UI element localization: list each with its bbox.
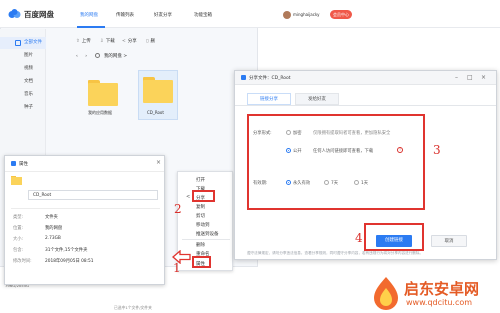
- properties-dialog: 属性 × CD_Root 类型: 文件夹 位置: 我的网盘 大小: 2.73GB…: [4, 155, 165, 285]
- forward-icon[interactable]: ›: [85, 54, 87, 59]
- contains-value: 31个文件,15个文件夹: [45, 248, 88, 253]
- share-menu-icon: <: [186, 194, 191, 200]
- sidebar-item-label: 视频: [24, 66, 33, 71]
- highlight-create-link: [364, 223, 424, 251]
- sidebar-item-label: 全部文件: [24, 40, 42, 45]
- share-label: 分享: [127, 39, 137, 44]
- sidebar-item-torrents[interactable]: 种子: [0, 102, 46, 114]
- menu-item-cut[interactable]: 剪切: [196, 213, 205, 219]
- share-icon: <: [122, 39, 126, 44]
- close-icon[interactable]: ×: [156, 159, 161, 166]
- sidebar-item-music[interactable]: 音乐: [0, 89, 46, 101]
- step-number-3: 3: [433, 143, 441, 157]
- cloud-logo-icon: [8, 9, 21, 18]
- cancel-button[interactable]: 取消: [431, 235, 467, 247]
- sidebar-item-label: 种子: [24, 105, 33, 110]
- minimize-icon[interactable]: –: [455, 74, 458, 81]
- step-number-4: 4: [355, 231, 363, 245]
- active-tab-indicator: [77, 26, 105, 28]
- upload-button[interactable]: ⇧ 上传: [76, 38, 91, 44]
- divider: [11, 208, 160, 209]
- folder-icon: [11, 176, 22, 185]
- app-small-icon: [11, 161, 16, 166]
- folder-cd-root[interactable]: [143, 77, 173, 103]
- watermark: 启东安卓网 www.qdcitu.com: [368, 274, 500, 313]
- dialog-title: 属性: [19, 162, 28, 167]
- modified-value: 2018年09月05日 08:51: [45, 259, 94, 264]
- download-icon: ⇩: [100, 39, 104, 44]
- highlight-properties-item: [192, 256, 211, 268]
- tab-friend-share[interactable]: 好友分享: [154, 12, 172, 18]
- contains-label: 包含:: [13, 248, 24, 253]
- share-footer-note: 遵守法律规定，请勿分享违法信息。查看分享规则，同时遵守分享内容，若有违规行为将对…: [247, 251, 424, 255]
- flame-logo-icon: [374, 277, 398, 310]
- properties-header: 属性 ×: [5, 156, 164, 172]
- breadcrumb-path[interactable]: 我的网盘 >: [104, 54, 127, 59]
- sidebar-item-label: 音乐: [24, 92, 33, 97]
- type-value: 文件夹: [45, 215, 58, 220]
- close-icon[interactable]: ×: [481, 74, 486, 81]
- tab-underline: [235, 105, 496, 106]
- menu-item-push-device[interactable]: 推送到设备: [196, 231, 219, 237]
- username[interactable]: minghaijacky: [293, 12, 319, 17]
- share-button[interactable]: < 分享: [122, 38, 137, 44]
- sidebar-item-label: 文档: [24, 79, 33, 84]
- type-label: 类型:: [13, 215, 24, 220]
- delete-label: 删: [150, 39, 155, 44]
- size-label: 大小:: [13, 237, 24, 242]
- avatar[interactable]: [283, 11, 291, 19]
- sidebar-item-all-files[interactable]: 全部文件: [0, 37, 46, 49]
- modified-label: 修改时间:: [13, 259, 32, 264]
- sidebar-item-videos[interactable]: 视频: [0, 63, 46, 75]
- location-label: 位置:: [13, 226, 24, 231]
- title-bar: 百度网盘 我的网盘 传输列表 好友分享 功能宝箱 minghaijacky 会员…: [0, 0, 500, 28]
- app-small-icon: [241, 75, 246, 80]
- folder-label[interactable]: CD_Root: [147, 110, 164, 115]
- trash-icon: ▯: [146, 39, 149, 44]
- tab-transfer-list[interactable]: 传输列表: [116, 12, 134, 18]
- step-number-1: 1: [173, 261, 181, 275]
- menu-item-open[interactable]: 打开: [196, 177, 205, 183]
- name-field[interactable]: CD_Root: [28, 190, 158, 200]
- watermark-url: www.qdcitu.com: [406, 298, 473, 307]
- download-label: 下载: [105, 39, 115, 44]
- location-value: 我的网盘: [45, 226, 63, 231]
- maximize-icon[interactable]: □: [467, 74, 473, 81]
- download-button[interactable]: ⇩ 下载: [100, 38, 115, 44]
- folder-icon: [143, 80, 173, 103]
- menu-item-move-to[interactable]: 移动到: [196, 222, 210, 228]
- menu-divider: [182, 239, 230, 240]
- name-field-value: CD_Root: [33, 193, 52, 198]
- vip-center-button[interactable]: 会员中心: [330, 10, 352, 19]
- tab-send-friend[interactable]: 发给好友: [295, 93, 339, 105]
- sidebar-item-images[interactable]: 图片: [0, 50, 46, 62]
- size-value: 2.73GB: [45, 236, 61, 241]
- share-dialog-title: 分享文件：CD_Root: [249, 76, 291, 81]
- menu-item-delete[interactable]: 删除: [196, 242, 205, 248]
- delete-button[interactable]: ▯ 删: [146, 38, 155, 44]
- step-number-2: 2: [174, 202, 182, 216]
- breadcrumb: ‹ › 我的网盘 >: [76, 53, 127, 59]
- refresh-icon[interactable]: [94, 53, 100, 58]
- highlight-share-item: [192, 190, 215, 202]
- back-icon[interactable]: ‹: [76, 54, 78, 59]
- tab-toolbox[interactable]: 功能宝箱: [194, 12, 212, 18]
- status-text: 已选中1个文件/文件夹: [114, 305, 152, 310]
- tab-my-disk[interactable]: 我的网盘: [80, 12, 98, 18]
- app-name: 百度网盘: [24, 10, 54, 19]
- folder-label[interactable]: 我的应用数据: [88, 110, 112, 116]
- menu-item-copy[interactable]: 复制: [196, 204, 205, 210]
- watermark-name: 启东安卓网: [404, 280, 480, 298]
- folder-my-app-data[interactable]: [88, 80, 118, 106]
- folder-icon: [15, 40, 21, 46]
- highlight-share-options: [247, 114, 425, 210]
- upload-label: 上传: [81, 39, 91, 44]
- upload-icon: ⇧: [76, 39, 80, 44]
- sidebar-item-label: 图片: [24, 53, 33, 58]
- share-dialog-header: 分享文件：CD_Root – □ ×: [235, 71, 496, 85]
- tab-link-share[interactable]: 链接分享: [247, 93, 291, 105]
- sidebar-item-docs[interactable]: 文档: [0, 76, 46, 88]
- folder-icon: [88, 83, 118, 106]
